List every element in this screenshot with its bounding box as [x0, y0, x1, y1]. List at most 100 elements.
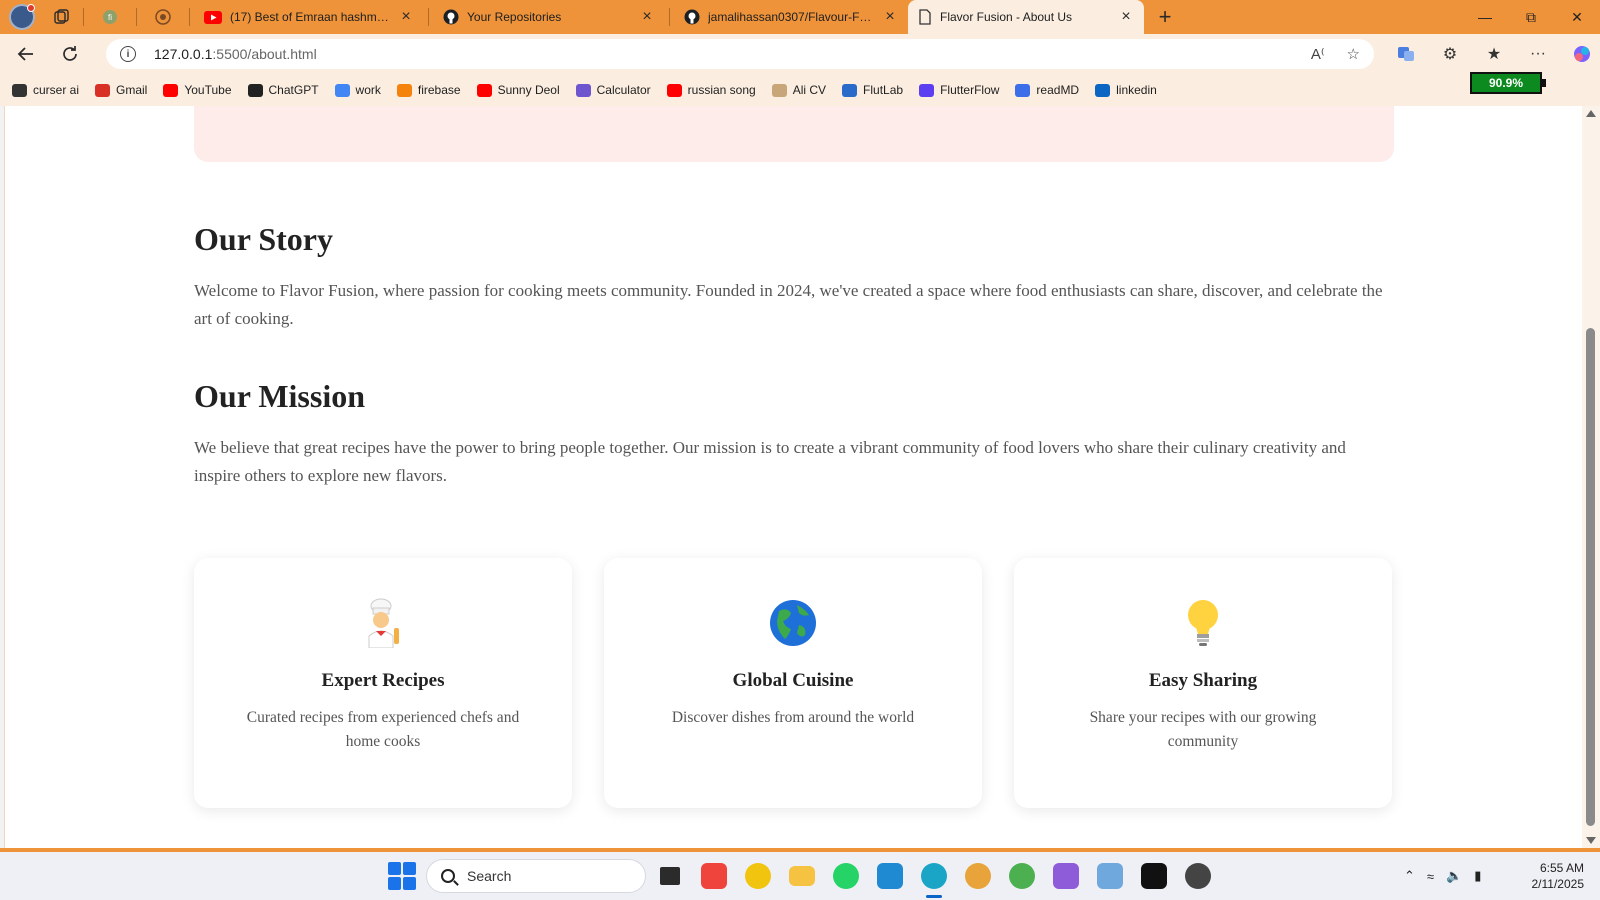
feature-cards: Expert Recipes Curated recipes from expe…	[194, 558, 1394, 808]
url-text[interactable]: 127.0.0.1:5500/about.html	[154, 46, 317, 62]
hero-banner-bottom	[194, 106, 1394, 162]
story-heading: Our Story	[194, 221, 333, 257]
bookmark-favicon-icon	[476, 83, 492, 97]
reload-icon	[63, 46, 77, 61]
page-viewport: Our Story Welcome to Flavor Fusion, wher…	[4, 106, 1582, 848]
bookmark-item[interactable]: FlutLab	[842, 83, 903, 97]
back-button[interactable]	[8, 38, 44, 70]
tab-close-icon[interactable]: ×	[398, 8, 414, 26]
close-window-icon[interactable]: ✕	[1554, 0, 1600, 34]
vertical-scrollbar[interactable]	[1582, 106, 1600, 848]
battery-icon[interactable]: ▮	[1474, 868, 1481, 884]
taskbar-search-placeholder: Search	[467, 868, 512, 884]
tab-repositories[interactable]: Your Repositories ×	[433, 0, 665, 34]
taskbar-search[interactable]: Search	[426, 859, 646, 893]
taskbar: Search ⌃ ≈ 🔈 ▮ 6:55 AM 2/11/2025	[0, 852, 1600, 900]
bookmark-favicon-icon	[95, 83, 111, 97]
minimize-icon[interactable]: —	[1462, 0, 1508, 34]
pinned-tab-1[interactable]: fi	[88, 4, 132, 30]
site-info-icon[interactable]: i	[120, 46, 136, 62]
bookmark-favicon-icon	[666, 83, 682, 97]
tab-title: jamalihassan0307/Flavour-Fusion	[708, 10, 874, 24]
back-arrow-icon	[17, 47, 33, 61]
task-view-icon[interactable]	[652, 858, 688, 894]
chrome-icon[interactable]	[1004, 858, 1040, 894]
workspaces-icon[interactable]	[45, 4, 79, 30]
chrome-canary-icon[interactable]	[960, 858, 996, 894]
bookmark-favicon-icon	[771, 83, 787, 97]
favorites-icon[interactable]: ★	[1476, 38, 1512, 70]
profile-avatar[interactable]	[9, 4, 35, 30]
reload-button[interactable]	[52, 38, 88, 70]
postman-icon[interactable]	[740, 858, 776, 894]
extensions-icon[interactable]: ⚙	[1432, 38, 1468, 70]
tab-github-repo[interactable]: jamalihassan0307/Flavour-Fusion ×	[674, 0, 908, 34]
vscode-icon[interactable]	[872, 858, 908, 894]
translate-icon[interactable]	[1388, 38, 1424, 70]
bookmark-label: Calculator	[596, 83, 651, 97]
scroll-up-icon[interactable]	[1586, 110, 1596, 117]
bookmark-item[interactable]: YouTube	[163, 83, 232, 97]
bookmark-label: Ali CV	[792, 83, 827, 97]
favorite-star-icon[interactable]: ☆	[1347, 45, 1360, 63]
bookmark-item[interactable]: readMD	[1015, 83, 1079, 97]
edge-icon[interactable]	[916, 858, 952, 898]
youtube-icon	[204, 10, 222, 24]
windows-start-icon[interactable]	[388, 862, 416, 890]
visual-studio-icon[interactable]	[1048, 858, 1084, 894]
bookmark-item[interactable]: curser ai	[12, 83, 79, 97]
anydesk-icon[interactable]	[696, 858, 732, 894]
page-icon	[919, 9, 931, 25]
card-text: Curated recipes from experienced chefs a…	[246, 709, 520, 750]
scroll-down-icon[interactable]	[1586, 837, 1596, 844]
bookmark-item[interactable]: FlutterFlow	[919, 83, 999, 97]
read-aloud-icon[interactable]: A⁽	[1311, 45, 1325, 63]
address-bar[interactable]: i 127.0.0.1:5500/about.html A⁽ ☆	[106, 39, 1374, 69]
feature-card-expert-recipes: Expert Recipes Curated recipes from expe…	[194, 558, 572, 808]
bookmark-item[interactable]: Calculator	[575, 83, 651, 97]
restore-icon[interactable]: ⧉	[1508, 0, 1554, 34]
volume-icon[interactable]: 🔈	[1446, 868, 1462, 884]
capcut-icon[interactable]	[1136, 858, 1172, 894]
bookmark-item[interactable]: Gmail	[95, 83, 147, 97]
tab-close-icon[interactable]: ×	[1118, 8, 1134, 26]
battery-indicator: 90.9%	[1470, 72, 1546, 94]
scrollbar-thumb[interactable]	[1586, 328, 1595, 826]
bookmark-label: FlutterFlow	[940, 83, 1000, 97]
navigation-bar: i 127.0.0.1:5500/about.html A⁽ ☆ ⚙ ★ ···	[0, 34, 1600, 74]
file-explorer-icon[interactable]	[784, 858, 820, 894]
tab-close-icon[interactable]: ×	[639, 8, 655, 26]
bookmark-item[interactable]: firebase	[396, 83, 461, 97]
pinned-tab-2[interactable]	[141, 4, 185, 30]
bookmark-item[interactable]: Ali CV	[771, 83, 827, 97]
bookmark-item[interactable]: work	[334, 83, 381, 97]
tray-overflow-icon[interactable]: ⌃	[1404, 868, 1415, 884]
tab-title: (17) Best of Emraan hashmi ( slow	[230, 10, 390, 24]
bookmark-item[interactable]: linkedin	[1095, 83, 1157, 97]
tab-close-icon[interactable]: ×	[882, 8, 898, 26]
bookmark-label: Sunny Deol	[497, 83, 560, 97]
bookmarks-bar: curser ai Gmail YouTube ChatGPT work firebase…	[0, 74, 1600, 106]
monitor-app-icon[interactable]	[1092, 858, 1128, 894]
bookmark-favicon-icon	[334, 83, 350, 97]
tab-youtube[interactable]: (17) Best of Emraan hashmi ( slow ×	[194, 0, 424, 34]
bookmark-item[interactable]: Sunny Deol	[476, 83, 560, 97]
clock-app-icon[interactable]	[1180, 858, 1216, 894]
about-content: Our Story Welcome to Flavor Fusion, wher…	[194, 221, 1394, 490]
bookmark-item[interactable]: ChatGPT	[247, 83, 319, 97]
bookmark-favicon-icon	[575, 83, 591, 97]
search-icon	[441, 869, 455, 883]
tab-about-us[interactable]: Flavor Fusion - About Us ×	[908, 0, 1144, 34]
card-text: Share your recipes with our growing comm…	[1089, 709, 1317, 750]
taskbar-clock[interactable]: 6:55 AM 2/11/2025	[1520, 860, 1585, 892]
new-tab-button[interactable]: +	[1148, 2, 1182, 32]
tab-separator	[189, 8, 190, 26]
copilot-icon[interactable]	[1564, 38, 1600, 70]
bookmark-item[interactable]: russian song	[666, 83, 756, 97]
wifi-icon[interactable]: ≈	[1427, 869, 1434, 884]
whatsapp-icon[interactable]	[828, 858, 864, 894]
bookmark-label: FlutLab	[863, 83, 904, 97]
bookmark-favicon-icon	[1015, 83, 1031, 97]
more-menu-icon[interactable]: ···	[1520, 38, 1556, 70]
lightbulb-icon	[1014, 598, 1392, 648]
